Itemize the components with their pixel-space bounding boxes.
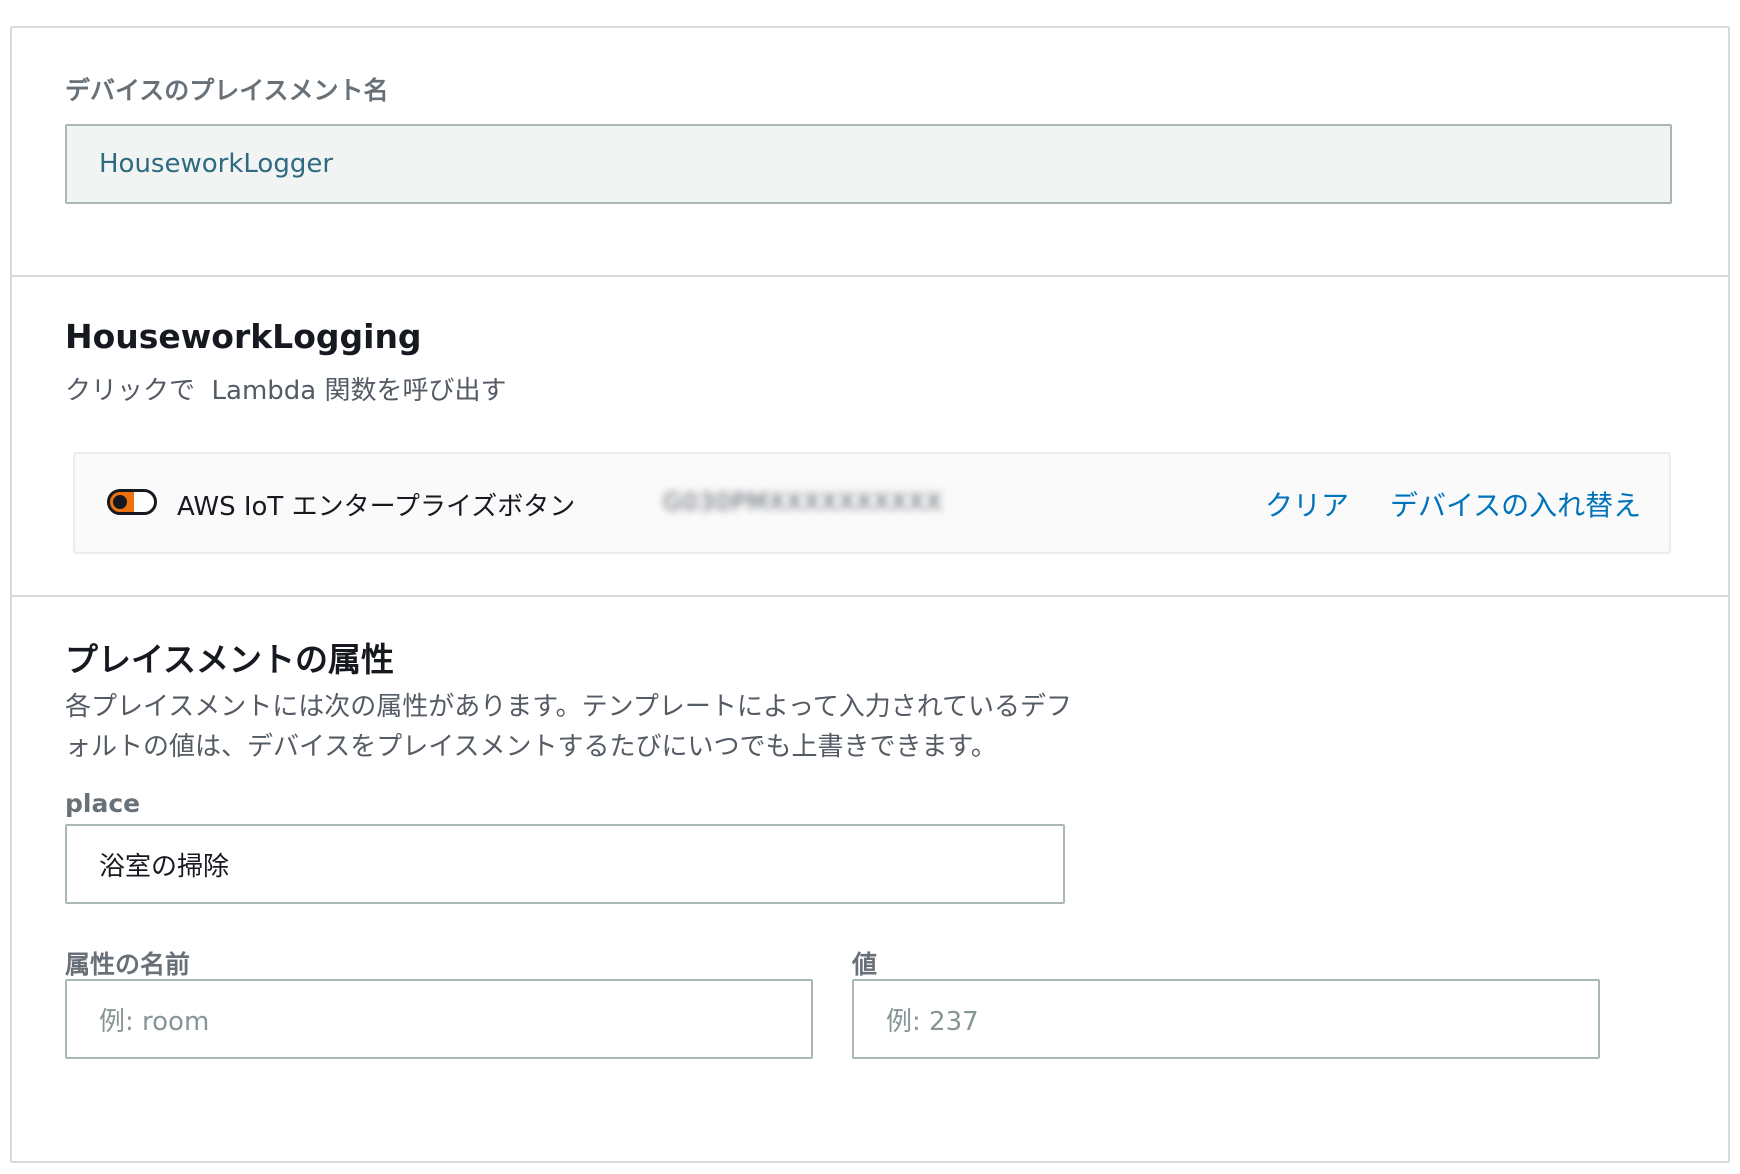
attributes-title: プレイスメントの属性 — [65, 640, 395, 679]
placement-name-field: HouseworkLogger — [65, 124, 1672, 204]
toggle-knob — [113, 495, 127, 509]
placement-name-section: デバイスのプレイスメント名 HouseworkLogger — [12, 28, 1728, 277]
attribute-value-input[interactable]: 例: 237 — [852, 979, 1600, 1059]
clear-link[interactable]: クリア — [1265, 484, 1349, 524]
attribute-name-input[interactable]: 例: room — [65, 979, 813, 1059]
project-description: クリックで Lambda 関数を呼び出す — [65, 376, 507, 406]
attribute-name-label: 属性の名前 — [65, 950, 191, 979]
attributes-description-line1: 各プレイスメントには次の属性があります。テンプレートによって入力されているデフ — [65, 692, 1072, 722]
project-title: HouseworkLogging — [65, 317, 422, 356]
replace-device-link[interactable]: デバイスの入れ替え — [1390, 484, 1641, 524]
project-section: HouseworkLogging クリックで Lambda 関数を呼び出す AW… — [12, 277, 1728, 597]
attribute-value-label: 値 — [852, 950, 878, 979]
attribute-value-placeholder: 例: 237 — [886, 1006, 979, 1037]
attributes-description-line2: ォルトの値は、デバイスをプレイスメントするたびにいつでも上書きできます。 — [65, 732, 997, 762]
device-toggle-icon — [107, 489, 157, 515]
place-input-value: 浴室の掃除 — [99, 851, 230, 882]
placement-name-value: HouseworkLogger — [99, 149, 334, 179]
attribute-name-placeholder: 例: room — [99, 1006, 210, 1037]
place-label: place — [65, 789, 141, 818]
attributes-section: プレイスメントの属性 各プレイスメントには次の属性があります。テンプレートによっ… — [12, 599, 1728, 1163]
place-input[interactable]: 浴室の掃除 — [65, 824, 1065, 904]
device-row: AWS IoT エンタープライズボタン G030PMXXXXXXXXXX クリア… — [73, 452, 1671, 554]
device-serial: G030PMXXXXXXXXXX — [663, 488, 943, 516]
placement-name-label: デバイスのプレイスメント名 — [65, 76, 389, 105]
placement-panel: デバイスのプレイスメント名 HouseworkLogger HouseworkL… — [10, 26, 1730, 1163]
device-type-label: AWS IoT エンタープライズボタン — [177, 492, 576, 522]
